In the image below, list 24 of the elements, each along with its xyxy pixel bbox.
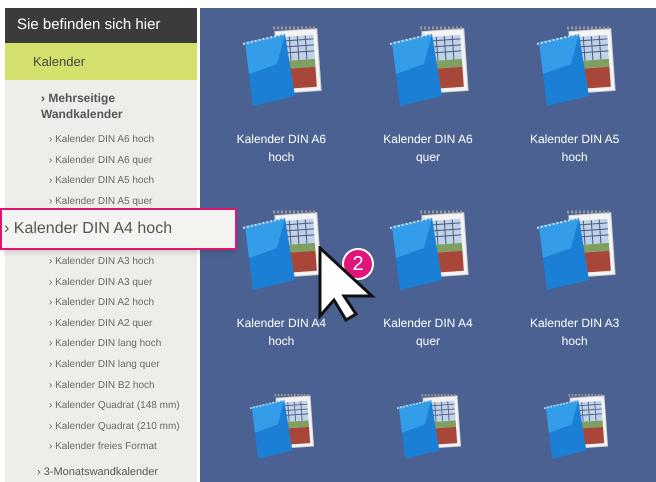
category-link[interactable]: › 3-Monatswandkalender: [5, 462, 197, 482]
sidebar-link[interactable]: › Kalender DIN B2 hoch: [5, 376, 197, 396]
icon-label: Kalender DIN A6 hoch: [236, 131, 328, 166]
icon-label: Kalender DIN A4 quer: [382, 315, 474, 350]
sidebar-header: Sie befinden sich hier: [5, 8, 197, 43]
sidebar-link[interactable]: › Kalender Quadrat (148 mm): [5, 396, 197, 417]
sidebar-link[interactable]: › Kalender DIN A3 hoch: [5, 252, 197, 273]
sidebar-link[interactable]: › Kalender DIN A2 quer: [5, 314, 197, 334]
icon-label: Kalender DIN A3 hoch: [528, 315, 620, 350]
highlight-callout: › Kalender DIN A4 hoch: [0, 208, 237, 250]
sidebar-link[interactable]: › Kalender DIN A6 hoch: [5, 130, 197, 151]
sidebar-link[interactable]: › Kalender DIN A6 quer: [5, 150, 197, 172]
breadcrumb-link[interactable]: Kalender: [5, 42, 197, 80]
sidebar-link[interactable]: › Kalender DIN A3 quer: [5, 272, 197, 294]
sidebar-link[interactable]: › Kalender DIN lang hoch: [5, 334, 197, 356]
sidebar-link[interactable]: › Kalender freies Format: [5, 437, 197, 458]
sidebar-link[interactable]: › Kalender Quadrat (210 mm): [5, 416, 197, 438]
sidebar-link[interactable]: › Kalender DIN lang quer: [5, 355, 197, 376]
sidebar-link[interactable]: › Kalender DIN A5 hoch: [5, 171, 197, 192]
icon-label: Kalender DIN A6 quer: [382, 131, 474, 166]
category-link[interactable]: › Mehrseitige Wandkalender: [5, 90, 197, 122]
icon-label: Kalender DIN A4 hoch: [236, 315, 328, 350]
icon-label: Kalender DIN A5 hoch: [528, 131, 620, 166]
sidebar-link[interactable]: › Kalender DIN A2 hoch: [5, 293, 197, 314]
